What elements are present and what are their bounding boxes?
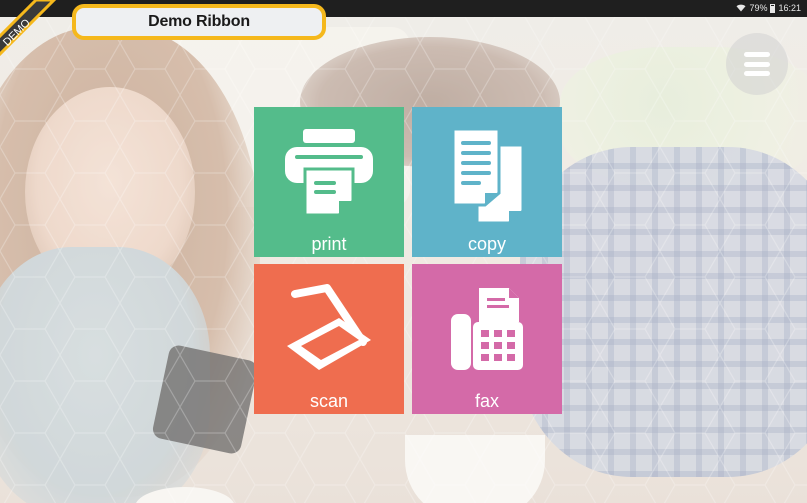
fax-label: fax [474, 391, 499, 411]
background-photo [0, 17, 807, 503]
printer-icon [285, 129, 373, 217]
print-label: print [311, 234, 347, 254]
ribbon-title: Demo Ribbon [148, 13, 250, 30]
menu-button[interactable] [726, 33, 788, 95]
status-indicators: 79% 16:21 [736, 2, 801, 14]
copy-documents-icon [451, 127, 525, 223]
status-time: 16:21 [778, 3, 801, 13]
scan-tile[interactable]: scan [254, 264, 404, 414]
hamburger-menu-icon [744, 52, 770, 76]
scanner-icon [287, 284, 371, 370]
scan-label: scan [309, 391, 349, 411]
wifi-icon [736, 4, 746, 12]
copy-label: copy [467, 234, 507, 254]
kiosk-screen: 79% 16:21 DEMO Demo Ribbon print copy sc… [0, 0, 807, 503]
copy-tile[interactable]: copy [412, 107, 562, 257]
fax-machine-icon [451, 288, 523, 370]
fax-tile[interactable]: fax [412, 264, 562, 414]
bg-overlay [0, 17, 807, 503]
demo-ribbon: DEMO [0, 0, 57, 57]
print-tile[interactable]: print [254, 107, 404, 257]
battery-percent: 79% [749, 3, 768, 13]
battery-icon [770, 3, 776, 13]
ribbon-title-bar: Demo Ribbon [72, 4, 326, 40]
